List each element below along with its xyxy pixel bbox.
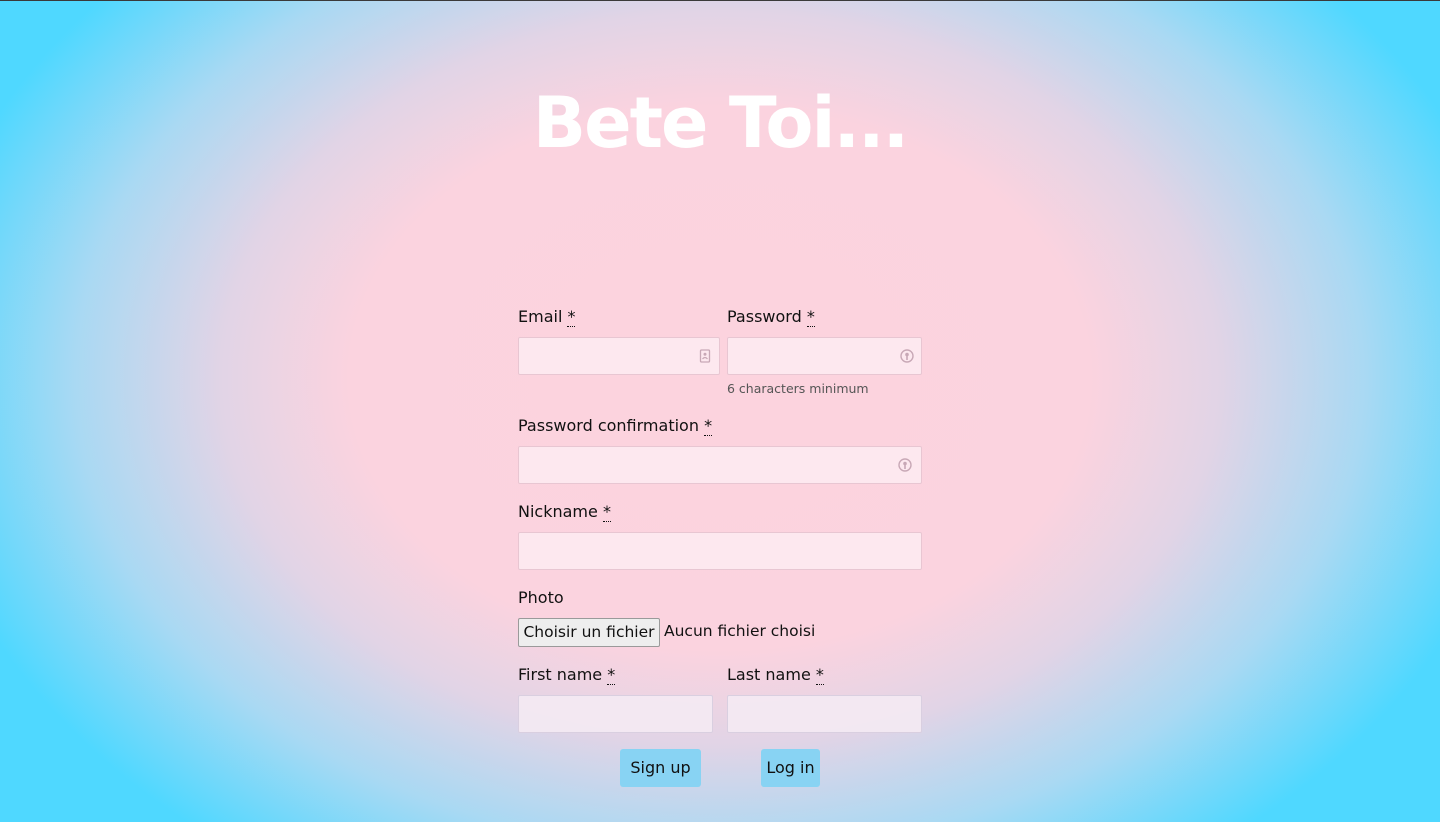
password-field[interactable] <box>727 337 922 375</box>
password-confirmation-field[interactable] <box>518 446 922 484</box>
password-confirmation-label: Password confirmation * <box>518 416 713 436</box>
first-name-field[interactable] <box>518 695 713 733</box>
key-icon <box>898 458 912 472</box>
password-hint: 6 characters minimum <box>727 381 869 396</box>
required-marker: * <box>806 307 815 327</box>
nickname-label: Nickname * <box>518 502 611 522</box>
required-marker: * <box>815 665 824 685</box>
email-label: Email * <box>518 307 576 327</box>
file-status: Aucun fichier choisi <box>664 622 816 640</box>
app-title: Bete Toi... <box>532 82 909 164</box>
last-name-label: Last name * <box>727 665 824 685</box>
log-in-button[interactable]: Log in <box>761 749 820 787</box>
nickname-field[interactable] <box>518 532 922 570</box>
last-name-field[interactable] <box>727 695 922 733</box>
email-field[interactable] <box>518 337 720 375</box>
required-marker: * <box>607 665 616 685</box>
required-marker: * <box>704 416 713 436</box>
photo-label: Photo <box>518 588 564 607</box>
first-name-label: First name * <box>518 665 616 685</box>
required-marker: * <box>602 502 611 522</box>
password-label: Password * <box>727 307 815 327</box>
key-icon <box>900 349 914 363</box>
choose-file-button[interactable]: Choisir un fichier <box>518 618 660 647</box>
required-marker: * <box>567 307 576 327</box>
sign-up-button[interactable]: Sign up <box>620 749 701 787</box>
contact-card-icon <box>699 349 711 363</box>
